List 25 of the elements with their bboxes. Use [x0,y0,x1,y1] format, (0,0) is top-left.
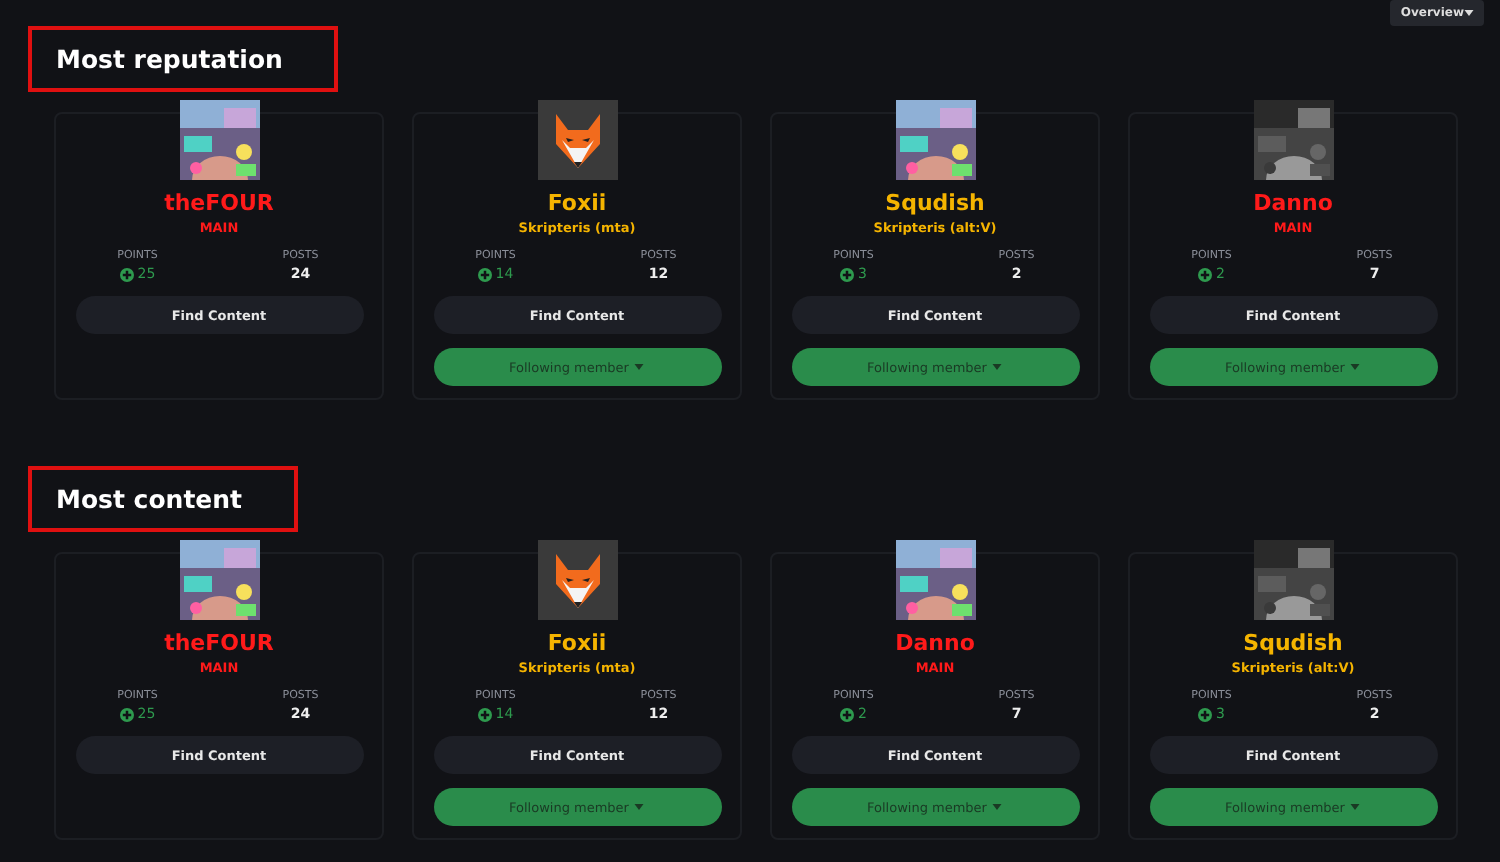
plus-icon [477,707,492,721]
plus-icon [119,267,134,281]
caret-icon [634,804,645,810]
caret-icon [1350,364,1361,370]
section-title: Most reputation [28,26,339,92]
member-name[interactable]: theFOUR [164,630,274,656]
member-name[interactable]: Danno [895,630,975,656]
member-name[interactable]: Danno [1253,190,1333,216]
member-name[interactable]: theFOUR [164,190,274,216]
plus-icon [119,707,134,721]
member-name[interactable]: Squdish [1243,630,1343,656]
plus-icon [1198,707,1213,721]
caret-icon [1464,10,1474,16]
member-name[interactable]: Foxii [547,630,607,656]
caret-icon [992,804,1003,810]
caret-icon [992,364,1003,370]
caret-icon [634,364,645,370]
plus-icon [840,267,855,281]
caret-icon [1350,804,1361,810]
member-name[interactable]: Foxii [547,190,607,216]
plus-icon [1198,267,1213,281]
plus-icon [477,267,492,281]
member-name[interactable]: Squdish [885,190,985,216]
plus-icon [840,707,855,721]
section-title: Most content [28,466,299,532]
